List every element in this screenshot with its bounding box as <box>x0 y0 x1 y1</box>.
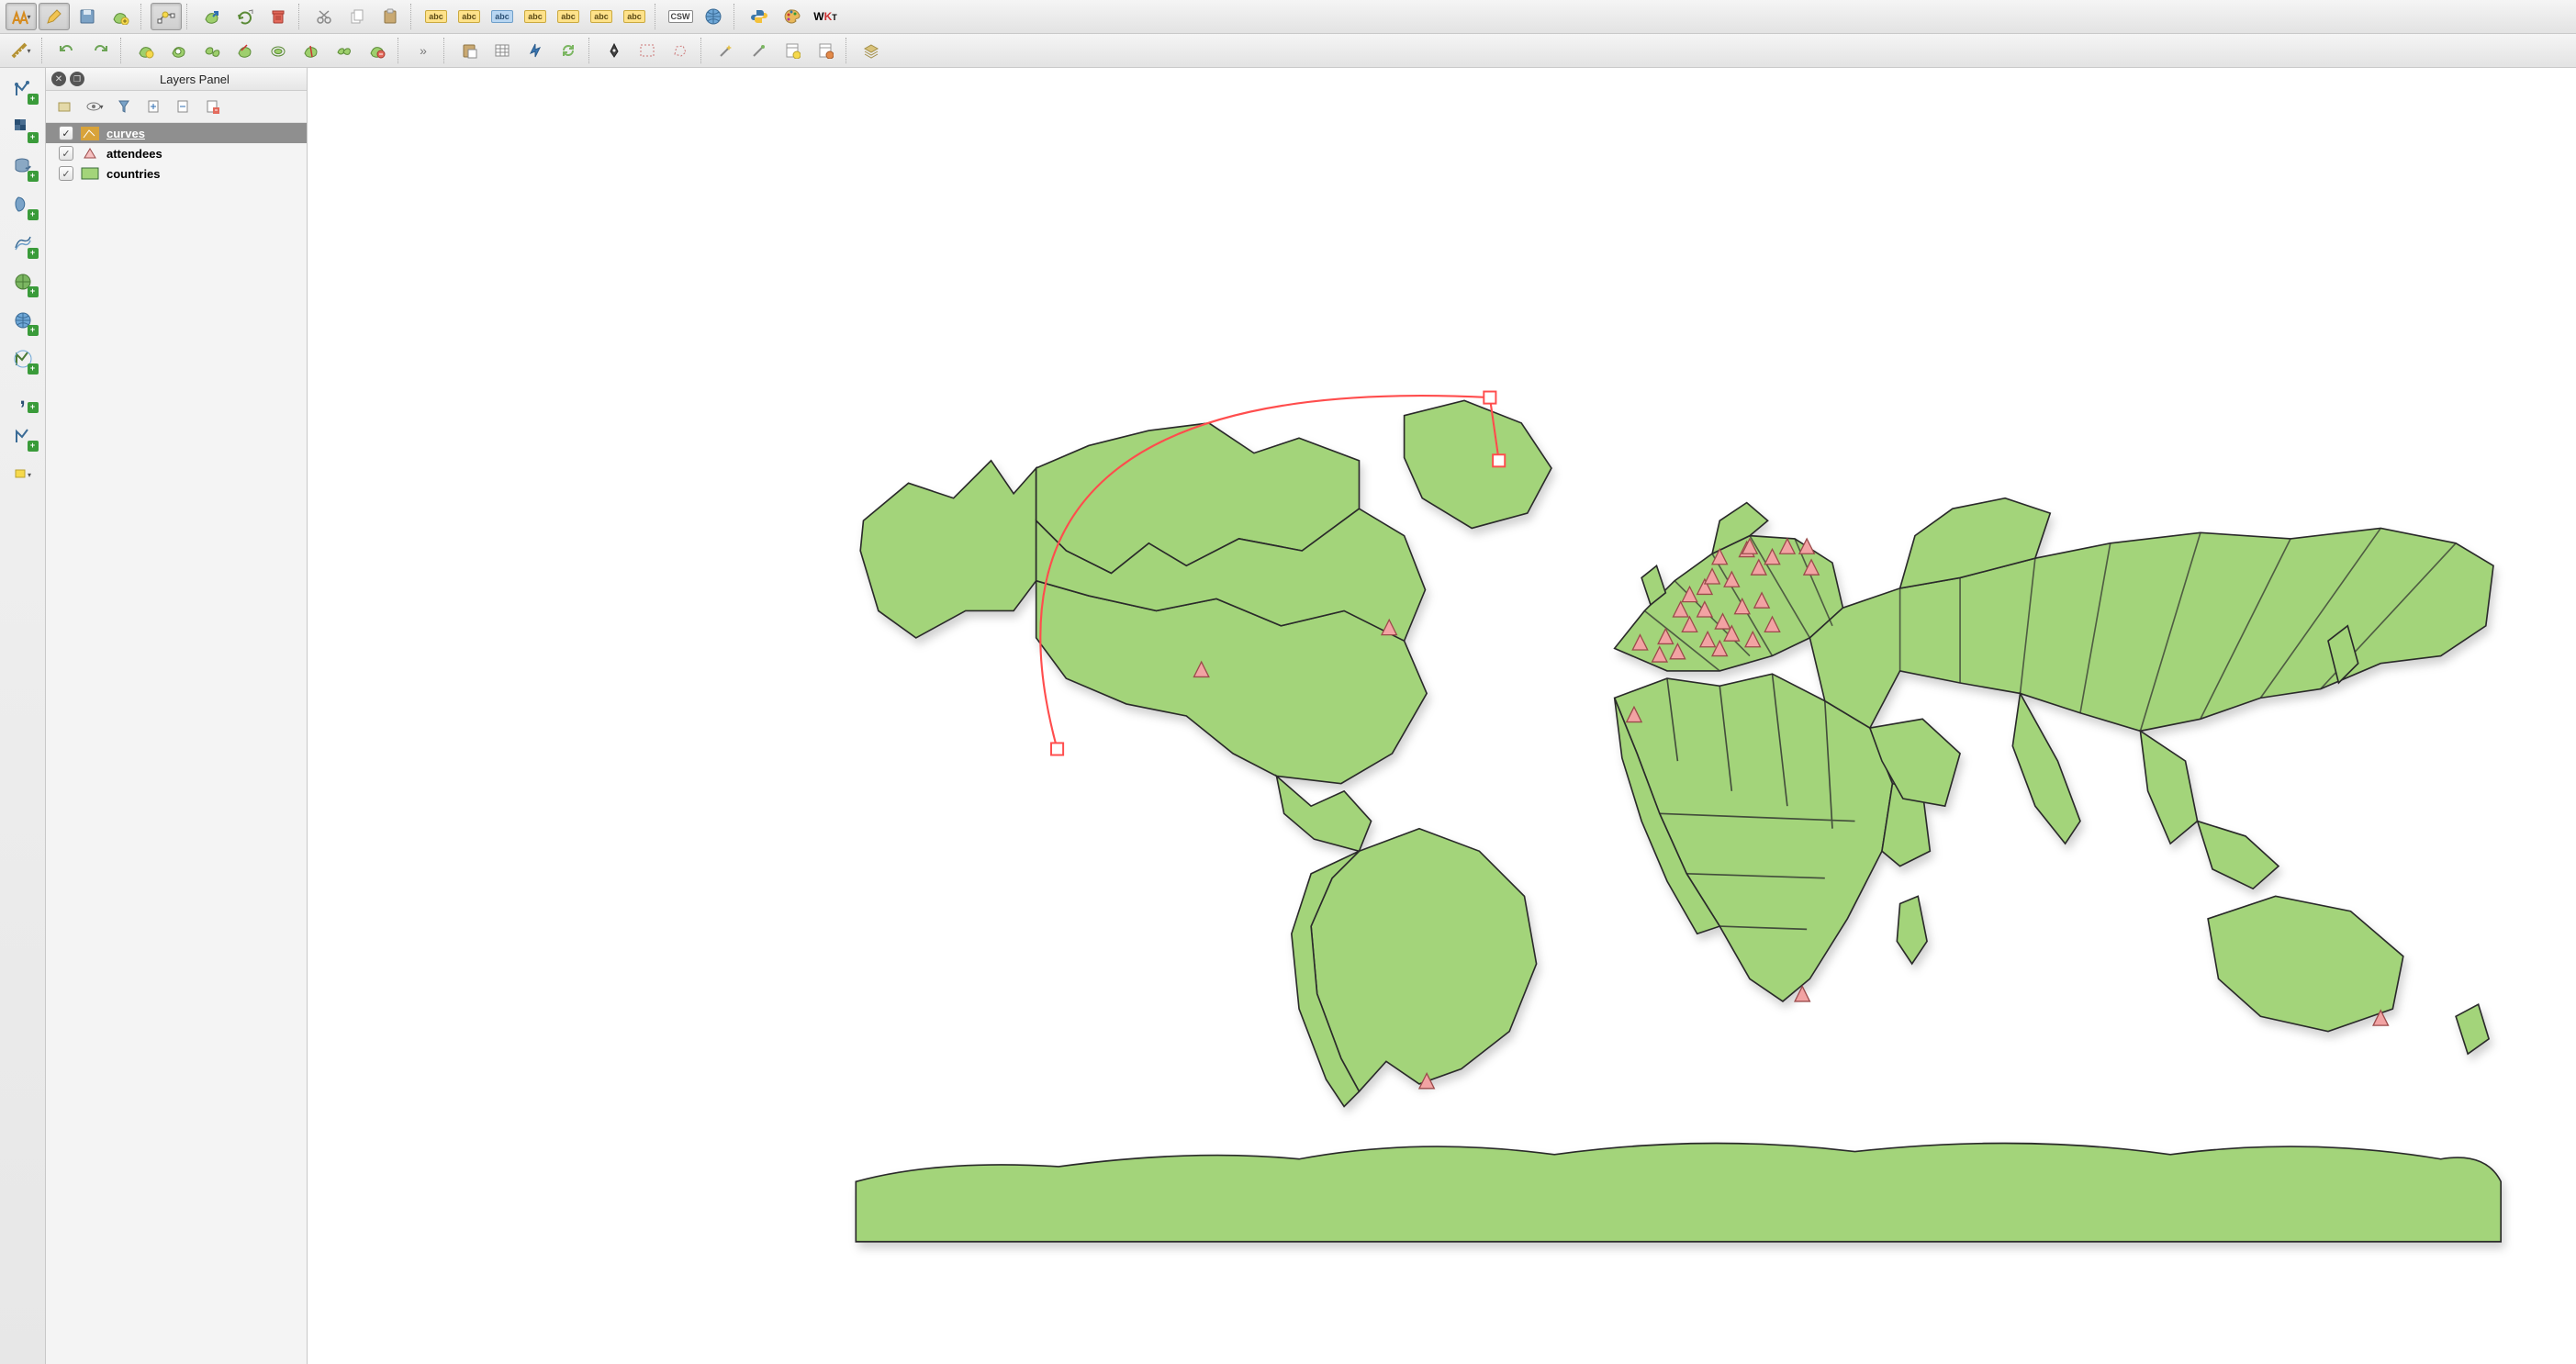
label-change-button[interactable]: abc <box>619 3 650 30</box>
layers-panel: ✕ ❐ Layers Panel ▾ ✓ curves ✓ <box>46 68 308 1364</box>
part-add-button[interactable] <box>196 37 228 64</box>
left-dropdown-button[interactable]: ▾ <box>7 459 39 490</box>
toolbar-top: ▾ abc abc abc abc abc abc abc CSW WKT <box>0 0 2576 34</box>
remove-layer-button[interactable] <box>200 95 224 118</box>
new-scratch-button[interactable]: + <box>7 420 39 452</box>
delete-part-button[interactable] <box>362 37 393 64</box>
layer-symbol-attendees <box>81 147 99 161</box>
split-button[interactable] <box>296 37 327 64</box>
expand-all-button[interactable] <box>141 95 165 118</box>
node-tool-button[interactable] <box>151 3 182 30</box>
map-canvas[interactable] <box>308 68 2576 1364</box>
layer-visibility-checkbox[interactable]: ✓ <box>59 146 73 161</box>
undo-button[interactable] <box>51 37 83 64</box>
layer-row-countries[interactable]: ✓ countries <box>46 163 307 184</box>
processing-button[interactable] <box>520 37 551 64</box>
panel-undock-icon[interactable]: ❐ <box>70 72 84 86</box>
ring-add-button[interactable] <box>163 37 195 64</box>
panel-close-icon[interactable]: ✕ <box>51 72 66 86</box>
map-svg <box>308 68 2576 1364</box>
csw-button[interactable]: CSW <box>665 3 696 30</box>
reshape-button[interactable] <box>230 37 261 64</box>
layer-visibility-checkbox[interactable]: ✓ <box>59 166 73 181</box>
layer-symbol-countries <box>81 167 99 181</box>
paste-as-button[interactable] <box>454 37 485 64</box>
save-edits-button[interactable] <box>72 3 103 30</box>
app-root: ▾ abc abc abc abc abc abc abc CSW WKT ▾ <box>0 0 2576 1364</box>
new-spatialite-button[interactable]: + <box>7 189 39 220</box>
collapse-all-button[interactable] <box>171 95 195 118</box>
layer-visibility-checkbox[interactable]: ✓ <box>59 126 73 140</box>
more-tools-button[interactable]: » <box>408 37 439 64</box>
new-wcs-button[interactable]: + <box>7 305 39 336</box>
layer-name-label: attendees <box>106 147 162 161</box>
layer-name-label: countries <box>106 167 161 181</box>
new-db-button[interactable]: + <box>7 151 39 182</box>
wkt-button[interactable]: WKT <box>810 3 841 30</box>
paste-button[interactable] <box>375 3 406 30</box>
toolbar-second: ▾ » <box>0 34 2576 68</box>
wand-button[interactable] <box>711 37 742 64</box>
label-blue-button[interactable]: abc <box>487 3 518 30</box>
move-feature-button[interactable] <box>196 3 228 30</box>
redo-button[interactable] <box>84 37 116 64</box>
label-move-button[interactable]: abc <box>520 3 551 30</box>
layers-panel-title: Layers Panel <box>88 73 301 86</box>
label-show-button[interactable]: abc <box>586 3 617 30</box>
measure-button[interactable]: ▾ <box>6 37 37 64</box>
layer-list: ✓ curves ✓ attendees ✓ countries <box>46 123 307 1364</box>
toggle-edit-button[interactable]: ▾ <box>6 3 37 30</box>
new-wfs-button[interactable]: + <box>7 343 39 375</box>
copy-button[interactable] <box>342 3 373 30</box>
countries-layer <box>856 400 2501 1241</box>
select-rect-button[interactable] <box>632 37 663 64</box>
layer-symbol-curves <box>81 127 99 140</box>
delete-selected-button[interactable] <box>263 3 294 30</box>
new-wms-button[interactable]: + <box>7 266 39 297</box>
new-mesh-button[interactable]: + <box>7 228 39 259</box>
layers-panel-toolbar: ▾ <box>46 91 307 123</box>
python-button[interactable] <box>744 3 775 30</box>
layers-button[interactable] <box>856 37 887 64</box>
polygon-add-button[interactable] <box>130 37 162 64</box>
layer-row-attendees[interactable]: ✓ attendees <box>46 143 307 163</box>
label-abc-button[interactable]: abc <box>420 3 452 30</box>
new-delimited-button[interactable]: ,+ <box>7 382 39 413</box>
select-poly-button[interactable] <box>665 37 696 64</box>
offset-button[interactable] <box>263 37 294 64</box>
layer-name-label: curves <box>106 127 145 140</box>
new-raster-button[interactable]: + <box>7 112 39 143</box>
add-group-button[interactable] <box>53 95 77 118</box>
wand2-button[interactable] <box>744 37 775 64</box>
layers-panel-header: ✕ ❐ Layers Panel <box>46 68 307 91</box>
bookmark2-button[interactable] <box>810 37 841 64</box>
layer-row-curves[interactable]: ✓ curves <box>46 123 307 143</box>
refresh-button[interactable] <box>553 37 584 64</box>
bookmark1-button[interactable] <box>777 37 808 64</box>
filter-legend-button[interactable] <box>112 95 136 118</box>
add-feature-button[interactable] <box>105 3 136 30</box>
label-rotate-button[interactable]: abc <box>553 3 584 30</box>
manage-visibility-button[interactable]: ▾ <box>83 95 106 118</box>
pencil-button[interactable] <box>39 3 70 30</box>
pen-tool-button[interactable] <box>599 37 630 64</box>
cut-button[interactable] <box>308 3 340 30</box>
left-toolstrip: + + + + + + + + ,+ + ▾ <box>0 68 46 1364</box>
workspace: + + + + + + + + ,+ + ▾ ✕ ❐ Layers Panel … <box>0 68 2576 1364</box>
rotate-feature-button[interactable] <box>230 3 261 30</box>
new-vector-button[interactable]: + <box>7 73 39 105</box>
style-manager-button[interactable] <box>777 3 808 30</box>
merge-button[interactable] <box>329 37 360 64</box>
label-pin-button[interactable]: abc <box>454 3 485 30</box>
globe-button[interactable] <box>698 3 729 30</box>
open-table-button[interactable] <box>487 37 518 64</box>
